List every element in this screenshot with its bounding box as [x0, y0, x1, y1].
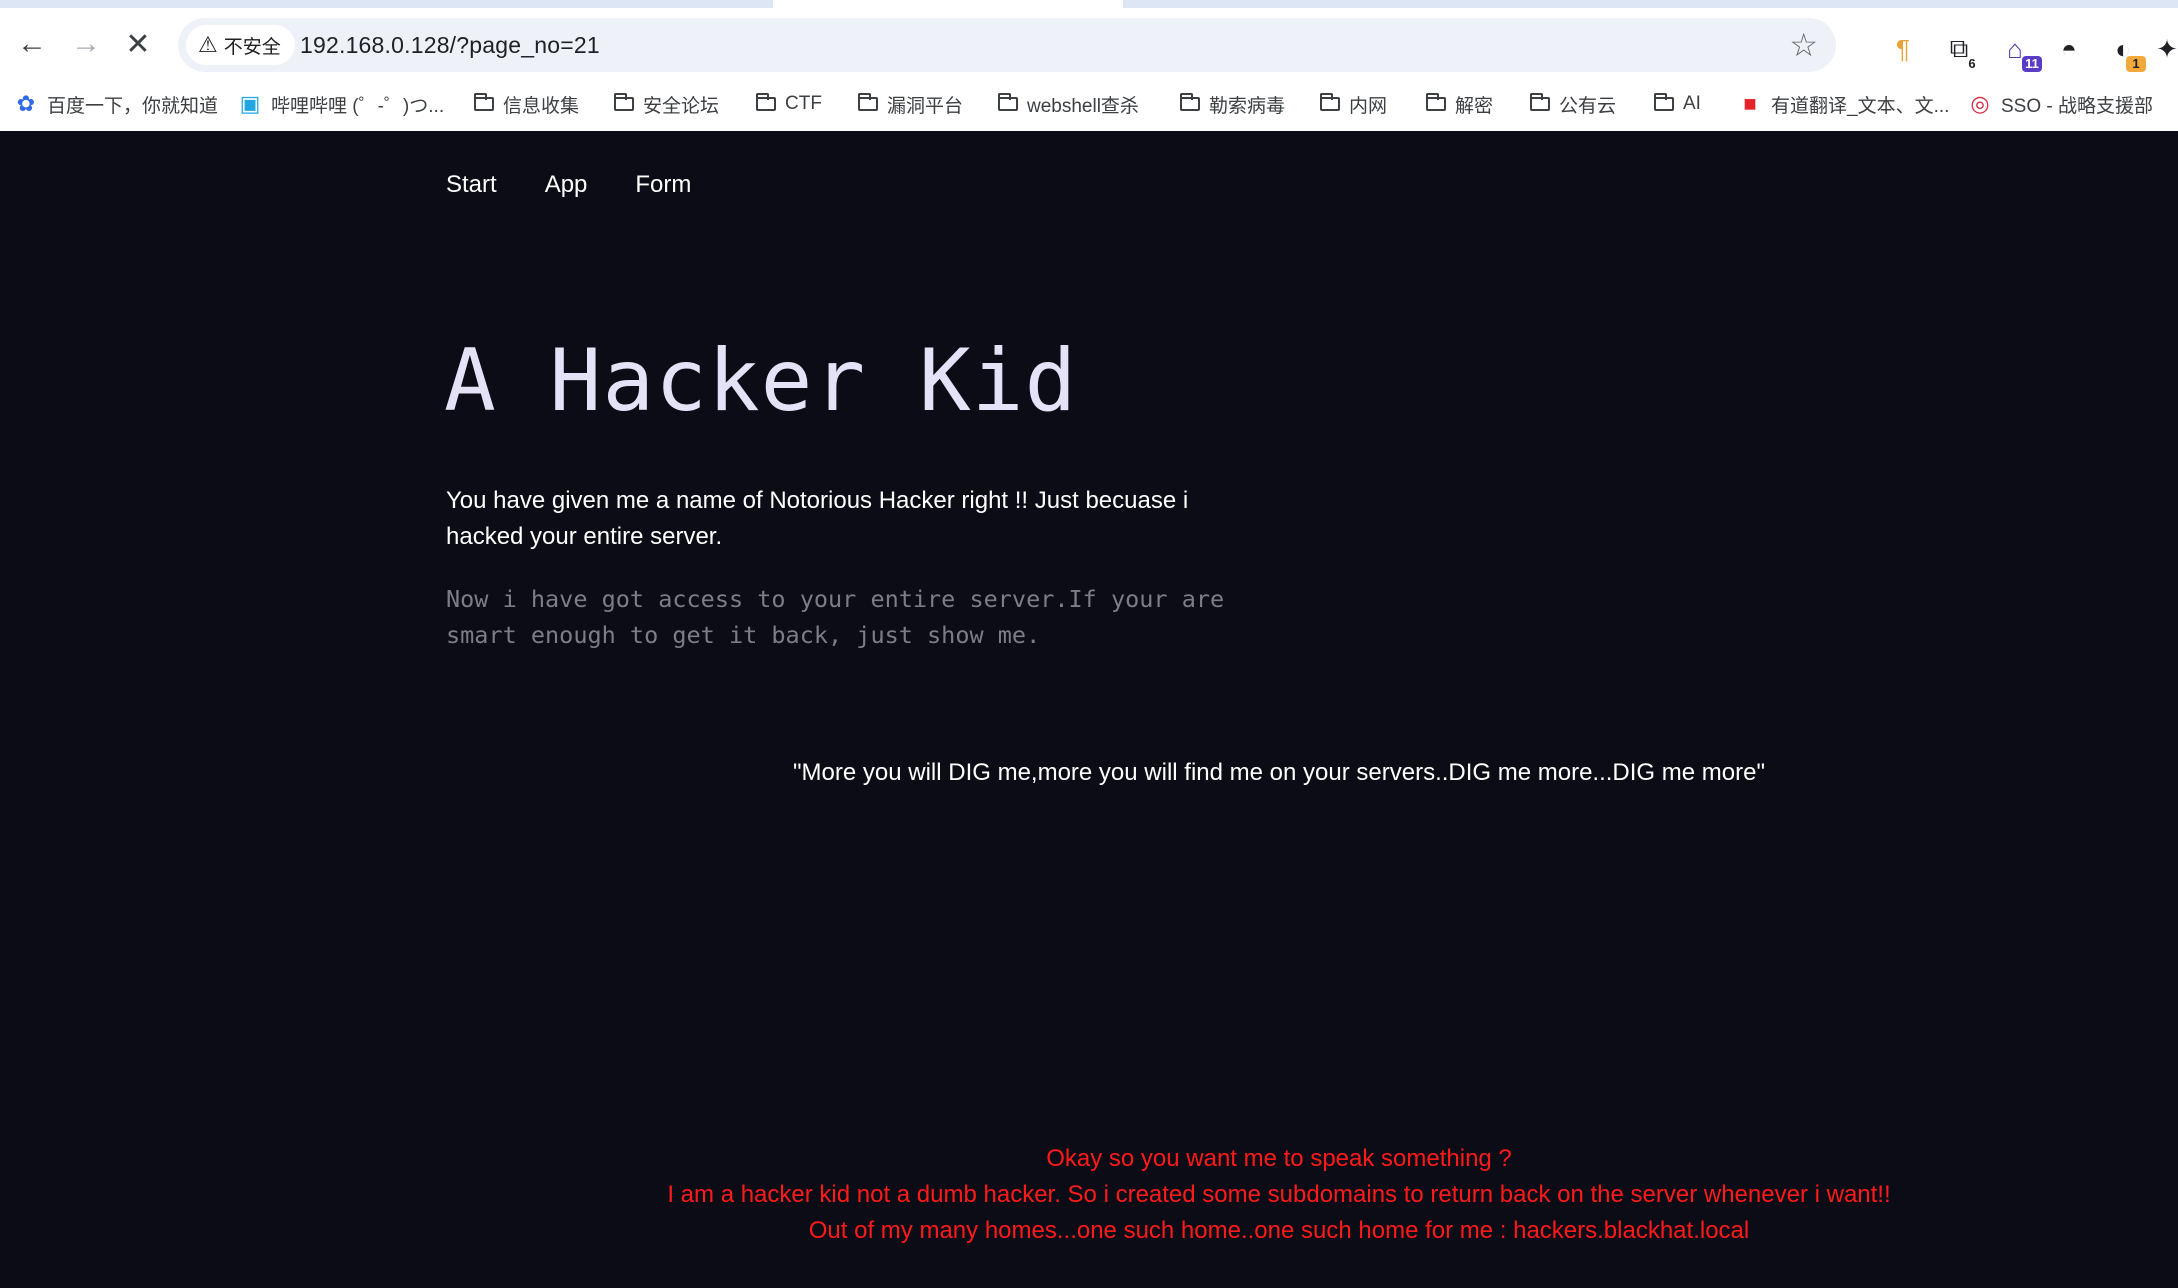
red-message-line-3: Out of my many homes...one such home..on…	[808, 1217, 1750, 1244]
site-nav: Start App Form	[446, 171, 691, 199]
nav-link-app[interactable]: App	[545, 171, 588, 199]
capture-extension-icon[interactable]: ⧉ 6	[1942, 32, 1976, 71]
security-label: 不安全	[223, 36, 281, 58]
folder-icon	[1179, 93, 1200, 111]
bookmark-folder-ctf[interactable]: CTF	[755, 87, 822, 121]
bookmark-folder-intranet[interactable]: 内网	[1319, 87, 1387, 121]
youdao-icon: ■	[1743, 91, 1757, 116]
close-icon: ✕	[125, 27, 151, 61]
folder-icon	[1425, 93, 1446, 111]
red-message-line-2: I am a hacker kid not a dumb hacker. So …	[667, 1181, 1891, 1208]
bookmarks-bar: ✿ 百度一下，你就知道 ▣ 哔哩哔哩 (゜-゜)つ... 信息收集 安全论坛 C…	[0, 79, 2178, 132]
folder-icon	[997, 93, 1018, 111]
bookmark-folder-ransomware[interactable]: 勒索病毒	[1179, 87, 1285, 121]
hat-extension-icon[interactable]: ◓	[2052, 32, 2086, 66]
bookmark-star-icon[interactable]: ☆	[1789, 26, 1818, 64]
arrow-left-icon: ←	[17, 27, 47, 60]
folder-icon	[857, 93, 878, 111]
stop-loading-button[interactable]: ✕	[118, 24, 158, 64]
monospace-paragraph: Now i have got access to your entire ser…	[446, 585, 1225, 649]
back-button[interactable]: ←	[12, 24, 52, 64]
bookmark-baidu[interactable]: ✿ 百度一下，你就知道	[14, 87, 218, 121]
bookmark-youdao[interactable]: ■ 有道翻译_文本、文...	[1738, 87, 1949, 121]
folder-icon	[613, 93, 634, 111]
red-message-line-1: Okay so you want me to speak something ?	[1046, 1145, 1512, 1172]
forward-button[interactable]: →	[66, 24, 106, 64]
bookmark-folder-decrypt[interactable]: 解密	[1425, 87, 1493, 121]
active-tab[interactable]	[773, 0, 1123, 8]
bookmark-bilibili[interactable]: ▣ 哔哩哔哩 (゜-゜)つ...	[238, 87, 445, 121]
lead-paragraph: You have given me a name of Notorious Ha…	[446, 487, 1189, 550]
paw-icon: ✿	[16, 91, 36, 116]
page-title: A Hacker Kid	[444, 331, 1078, 431]
folder-icon	[473, 93, 494, 111]
bookmark-folder-info-gathering[interactable]: 信息收集	[473, 87, 579, 121]
folder-icon	[1319, 93, 1340, 111]
nav-link-start[interactable]: Start	[446, 171, 497, 199]
tab-strip	[0, 0, 2178, 8]
browser-chrome: ← → ✕ ⚠ 不安全 192.168.0.128/?page_no=21 ☆ …	[0, 0, 2178, 132]
address-bar[interactable]: ⚠ 不安全 192.168.0.128/?page_no=21 ☆	[178, 18, 1836, 72]
folder-icon	[755, 93, 776, 111]
bookmark-folder-public-cloud[interactable]: 公有云	[1529, 87, 1616, 121]
bookmark-sso[interactable]: ◎ SSO - 战略支援部	[1968, 87, 2153, 121]
bilibili-icon: ▣	[239, 91, 261, 116]
folder-icon	[1653, 93, 1674, 111]
bookmark-folder-vuln-platform[interactable]: 漏洞平台	[857, 87, 963, 121]
folder-icon	[1529, 93, 1550, 111]
arrow-right-icon: →	[71, 27, 101, 60]
ring-extension-icon[interactable]: ◐ 1	[2106, 32, 2146, 72]
security-indicator[interactable]: ⚠ 不安全	[186, 25, 295, 65]
browser-toolbar: ← → ✕ ⚠ 不安全 192.168.0.128/?page_no=21 ☆ …	[0, 8, 2178, 79]
puzzle-extension-icon[interactable]: ✦	[2150, 32, 2178, 66]
house-extension-icon[interactable]: ⌂ 11	[1998, 32, 2042, 72]
warning-icon: ⚠	[198, 32, 218, 57]
bookmark-folder-security-forum[interactable]: 安全论坛	[613, 87, 719, 121]
bookmark-folder-webshell[interactable]: webshell查杀	[997, 87, 1139, 121]
pilcrow-extension-icon[interactable]: ¶	[1886, 32, 1920, 66]
web-page: Start App Form A Hacker Kid You have giv…	[0, 131, 2178, 1288]
sso-icon: ◎	[1970, 91, 1990, 116]
extension-badge: 1	[2126, 56, 2146, 72]
extension-badge: 11	[2022, 56, 2042, 72]
extension-badge: 6	[1968, 56, 1976, 71]
dig-quote: "More you will DIG me,more you will find…	[793, 759, 1765, 786]
url-text[interactable]: 192.168.0.128/?page_no=21	[300, 32, 600, 59]
bookmark-folder-ai[interactable]: AI	[1653, 87, 1701, 121]
nav-link-form[interactable]: Form	[635, 171, 691, 199]
